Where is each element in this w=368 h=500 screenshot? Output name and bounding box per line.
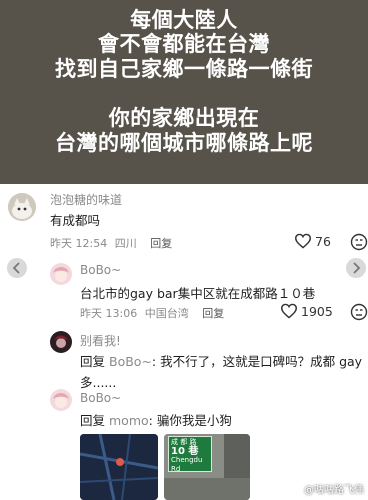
avatar[interactable] — [8, 193, 36, 221]
like-count: 1905 — [301, 303, 333, 319]
header-line-3: 找到自己家鄉一條路一條街 — [55, 57, 313, 81]
map-icon — [80, 434, 158, 500]
comment-username[interactable]: BoBo~ — [80, 263, 121, 277]
comment-time: 昨天 12:54 — [50, 237, 108, 250]
heart-icon — [280, 303, 298, 319]
like-count: 76 — [315, 233, 331, 249]
mention-link[interactable]: momo — [109, 413, 149, 428]
header-line-4: 你的家鄉出現在 — [108, 106, 260, 130]
comment-text: 回复 momo: 骗你我是小狗 — [80, 410, 232, 429]
dislike-icon — [350, 303, 368, 321]
comment-text: 台北市的gay bar集中区就在成都路１０巷 — [80, 286, 316, 301]
comment-location: 四川 — [114, 237, 137, 250]
comment-meta: 昨天 12:54 四川 回复 — [50, 235, 176, 251]
comment-text-line-1: : 我不行了，这就是口碑吗？成都 gay — [151, 354, 363, 369]
anime-avatar-icon — [50, 389, 72, 411]
dislike-icon — [350, 233, 368, 251]
street-sign-image[interactable]: 成 都 路 10 巷 Chengdu Rd — [164, 434, 250, 500]
comment-meta: 昨天 13:06 中国台湾 回复 — [80, 305, 228, 321]
reply-button[interactable]: 回复 — [150, 237, 172, 250]
header-line-5: 台灣的哪個城市哪條路上呢 — [55, 131, 313, 155]
comment-text-body: : 骗你我是小狗 — [148, 413, 232, 428]
map-screenshot-image[interactable] — [80, 434, 158, 500]
comment-username[interactable]: BoBo~ — [80, 391, 121, 405]
avatar[interactable] — [50, 389, 72, 411]
comment-location: 中国台湾 — [144, 307, 189, 320]
comment-text: 有成都吗 — [50, 213, 101, 228]
street-sign: 成 都 路 10 巷 Chengdu Rd — [168, 436, 212, 473]
reply-prefix: 回复 — [80, 413, 106, 428]
dark-avatar-icon — [50, 331, 72, 353]
anime-avatar-icon — [50, 263, 72, 285]
cat-avatar-icon — [8, 193, 36, 221]
comment-time: 昨天 13:06 — [80, 307, 138, 320]
comment-username[interactable]: 泡泡糖的味道 — [50, 191, 122, 208]
watermark: @咕咕路飞伟 — [304, 485, 364, 496]
header-image: 每個大陸人 會不會都能在台灣 找到自己家鄉一條路一條街 你的家鄉出現在 台灣的哪… — [0, 0, 368, 184]
mention-link[interactable]: BoBo~ — [109, 354, 152, 369]
street-sign-line-2: 10 巷 — [171, 446, 199, 457]
comment-text-line-2: 多...... — [80, 375, 117, 390]
reply-button[interactable]: 回复 — [202, 307, 224, 320]
header-line-1: 每個大陸人 — [130, 8, 238, 32]
comment-username[interactable]: 别看我! — [80, 332, 121, 349]
header-line-2: 會不會都能在台灣 — [98, 32, 270, 56]
reply-prefix: 回复 — [80, 354, 106, 369]
like-button[interactable]: 1905 — [280, 303, 333, 319]
dislike-button[interactable] — [350, 303, 368, 325]
street-sign-line-3: Chengdu Rd — [171, 456, 203, 473]
avatar[interactable] — [50, 263, 72, 285]
comment-text: 回复 BoBo~: 我不行了，这就是口碑吗？成都 gay — [80, 351, 362, 370]
dislike-button[interactable] — [350, 233, 368, 255]
like-button[interactable]: 76 — [294, 233, 331, 249]
chevron-right-icon — [353, 262, 361, 274]
avatar[interactable] — [50, 331, 72, 353]
chevron-left-icon — [12, 262, 20, 274]
next-arrow-button[interactable] — [346, 258, 366, 278]
heart-icon — [294, 233, 312, 249]
prev-arrow-button[interactable] — [7, 258, 27, 278]
